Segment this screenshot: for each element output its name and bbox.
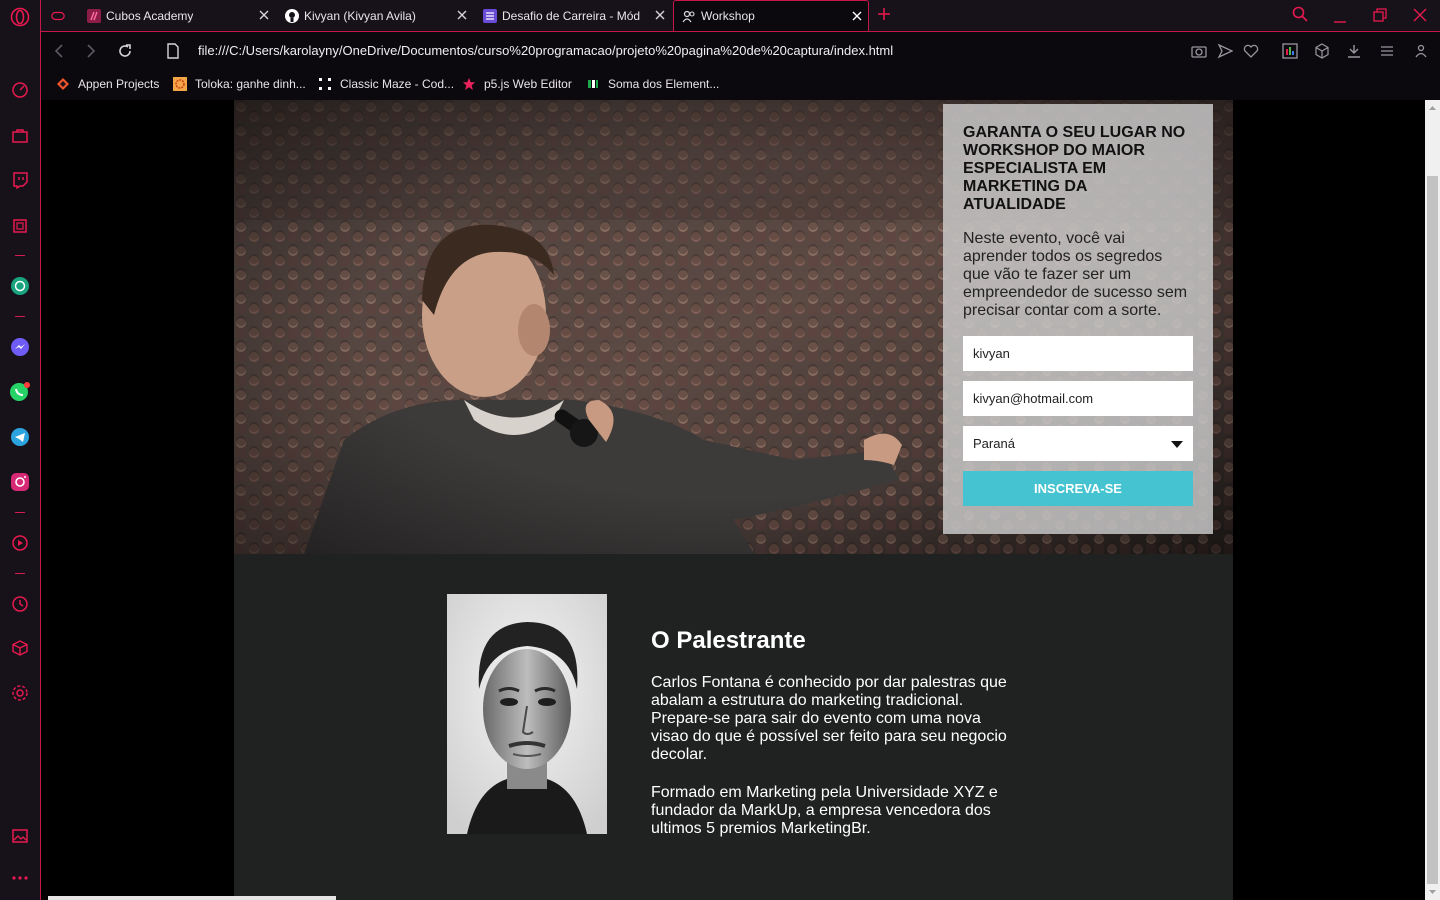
extension-icon[interactable] <box>1282 43 1298 59</box>
close-tab-icon[interactable] <box>850 9 864 23</box>
chatgpt-icon[interactable] <box>9 275 31 297</box>
sidebar-divider <box>15 512 25 513</box>
gx-control-icon[interactable] <box>9 215 31 237</box>
bookmarks-bar: Appen Projects Toloka: ganhe dinh... Cla… <box>41 69 1440 100</box>
bookmark-appen[interactable]: Appen Projects <box>56 76 159 92</box>
scroll-down-icon[interactable] <box>1425 886 1440 898</box>
reload-icon[interactable] <box>117 43 133 59</box>
extensions-cube-icon[interactable] <box>9 637 31 659</box>
hero-section: GARANTA O SEU LUGAR NO WORKSHOP DO MAIOR… <box>234 100 1233 554</box>
bookmark-p5js[interactable]: p5.js Web Editor <box>462 76 572 92</box>
tab-gx[interactable] <box>43 0 79 31</box>
list-icon <box>483 8 497 23</box>
speaker-section: O Palestrante Carlos Fontana é conhecido… <box>234 554 1233 900</box>
gx-corner-icon[interactable] <box>9 125 31 147</box>
state-select-value: Paraná <box>973 436 1015 451</box>
easy-setup-menu-icon[interactable] <box>1379 43 1395 59</box>
maze-icon <box>318 77 332 91</box>
subscribe-button[interactable]: INSCREVA-SE <box>963 471 1193 506</box>
bookmark-toloka[interactable]: Toloka: ganhe dinh... <box>173 76 306 92</box>
speaker-heading: O Palestrante <box>651 627 806 654</box>
camera-snapshot-icon[interactable] <box>1191 43 1207 59</box>
speaker-bio-paragraph-2: Formado em Marketing pela Universidade X… <box>651 784 998 837</box>
close-window-icon[interactable] <box>1412 7 1428 23</box>
cube-extensions-icon[interactable] <box>1314 43 1330 59</box>
browser-sidebar <box>0 0 41 900</box>
search-tabs-icon[interactable] <box>1292 6 1308 22</box>
scroll-up-icon[interactable] <box>1425 102 1440 114</box>
state-select[interactable]: Paraná <box>963 426 1193 461</box>
minimize-icon[interactable] <box>1332 8 1348 24</box>
tab-cubos-academy[interactable]: Cubos Academy <box>79 0 275 31</box>
telegram-icon[interactable] <box>9 426 31 448</box>
messenger-icon[interactable] <box>9 336 31 358</box>
signup-description: Neste evento, você vai aprender todos os… <box>963 230 1188 319</box>
signup-title: GARANTA O SEU LUGAR NO WORKSHOP DO MAIOR… <box>963 124 1186 213</box>
gamepad-icon <box>51 9 65 23</box>
tab-github[interactable]: Kivyan (Kivyan Avila) <box>277 0 473 31</box>
whatsapp-icon[interactable] <box>9 381 31 403</box>
profile-icon[interactable] <box>1413 43 1429 59</box>
back-icon[interactable] <box>51 43 67 59</box>
tab-bar: Cubos Academy Kivyan (Kivyan Avila) Desa… <box>41 0 1440 31</box>
wallpaper-icon[interactable] <box>9 825 31 847</box>
settings-gear-icon[interactable] <box>9 682 31 704</box>
chevron-down-icon <box>1171 441 1183 448</box>
star-icon <box>462 77 476 91</box>
people-icon <box>682 9 696 23</box>
heart-bookmark-icon[interactable] <box>1243 43 1259 59</box>
speaker-bio-paragraph-1: Carlos Fontana é conhecido por dar pales… <box>651 674 1007 763</box>
history-icon[interactable] <box>9 593 31 615</box>
tab-workshop[interactable]: Workshop <box>673 0 869 31</box>
appen-icon <box>56 77 70 91</box>
url-field[interactable]: file:///C:/Users/karolayny/OneDrive/Docu… <box>198 43 893 58</box>
bookmark-soma[interactable]: Soma dos Element... <box>586 76 719 92</box>
close-tab-icon[interactable] <box>257 8 271 22</box>
address-bar: file:///C:/Users/karolayny/OneDrive/Docu… <box>41 31 1440 69</box>
more-options-icon[interactable] <box>9 867 31 889</box>
opera-logo-icon[interactable] <box>9 6 31 28</box>
name-input[interactable]: kivyan <box>963 336 1193 371</box>
sidebar-divider <box>15 573 25 574</box>
signup-card: GARANTA O SEU LUGAR NO WORKSHOP DO MAIOR… <box>943 104 1213 534</box>
toloka-icon <box>173 77 187 91</box>
bookmark-maze[interactable]: Classic Maze - Cod... <box>318 76 454 92</box>
email-input[interactable]: kivyan@hotmail.com <box>963 381 1193 416</box>
speed-dial-icon[interactable] <box>9 79 31 101</box>
github-icon <box>285 8 299 23</box>
tab-desafio[interactable]: Desafio de Carreira - Módu <box>475 0 671 31</box>
download-icon[interactable] <box>1346 43 1362 59</box>
send-icon[interactable] <box>1217 43 1234 59</box>
player-icon[interactable] <box>9 532 31 554</box>
scrollbar-thumb[interactable] <box>1427 176 1438 884</box>
sidebar-divider <box>15 255 25 256</box>
restore-icon[interactable] <box>1372 7 1388 23</box>
instagram-icon[interactable] <box>9 471 31 493</box>
file-page-icon <box>165 43 181 59</box>
sidebar-divider <box>15 316 25 317</box>
cubos-icon <box>87 8 101 23</box>
forward-icon[interactable] <box>83 43 99 59</box>
speaker-portrait <box>447 594 607 834</box>
twitch-icon[interactable] <box>9 169 31 191</box>
close-tab-icon[interactable] <box>653 8 667 22</box>
close-tab-icon[interactable] <box>455 8 469 22</box>
page-viewport: GARANTA O SEU LUGAR NO WORKSHOP DO MAIOR… <box>41 100 1425 900</box>
hackerrank-icon <box>586 77 600 91</box>
new-tab-plus-icon[interactable] <box>876 6 892 22</box>
horizontal-scroll-strip <box>48 896 336 900</box>
